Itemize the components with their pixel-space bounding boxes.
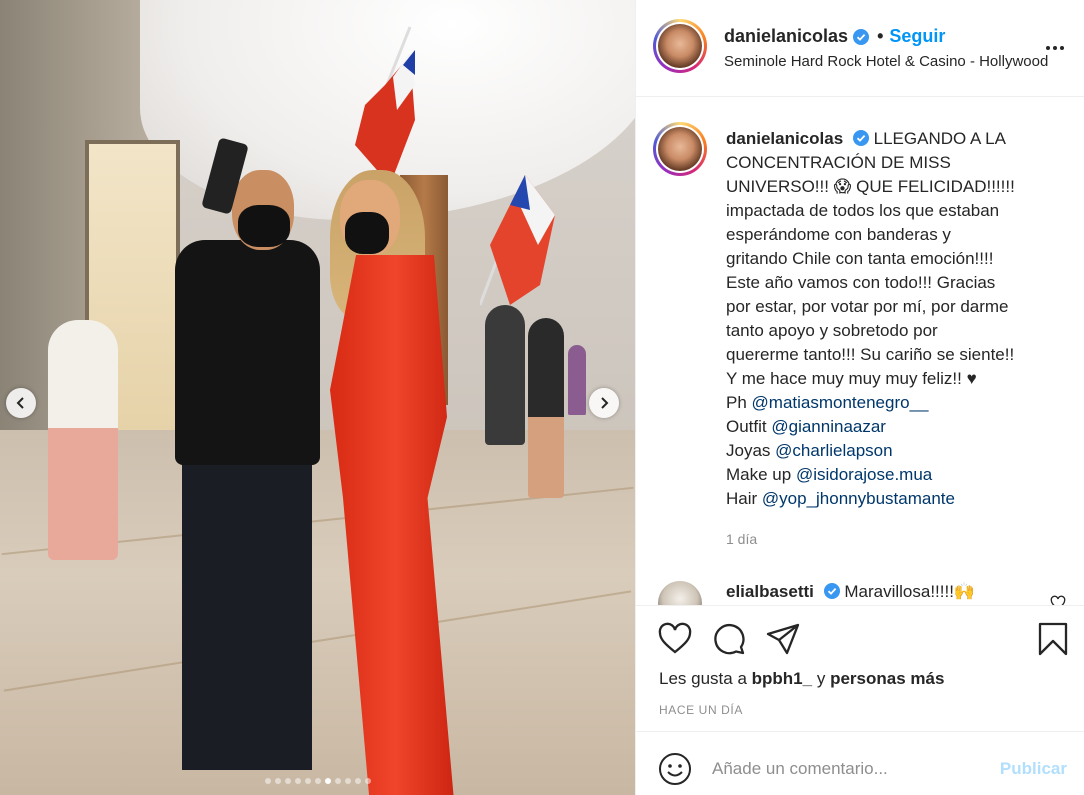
publish-button[interactable]: Publicar [1000,759,1067,779]
comment-username[interactable]: elialbasetti [726,582,814,601]
caption-line: CONCENTRACIÓN DE MISS [726,153,951,172]
caption-line: Este año vamos con todo!!! Gracias [726,273,996,292]
likes-summary: Les gusta a bpbh1_ y personas más [659,669,945,688]
emoji-icon[interactable] [658,752,692,786]
caption-username[interactable]: danielanicolas [726,129,843,148]
caption-line: Y me hace muy muy muy feliz!! ♥ [726,369,977,388]
credit-line: Joyas @charlielapson [726,441,893,460]
verified-badge-icon [853,28,870,45]
verified-badge-icon [852,130,869,146]
caption-line: quererme tanto!!! Su cariño se siente!! [726,345,1015,364]
post-timestamp[interactable]: HACE UN DÍA [659,703,743,717]
carousel-dot [364,778,371,784]
caption-line: LLEGANDO A LA [873,129,1006,148]
caption-avatar[interactable] [653,122,707,176]
caption-line: gritando Chile con tanta emoción!!!! [726,249,994,268]
carousel-dot [334,778,341,784]
previous-photo-button[interactable] [6,388,36,418]
comment-icon[interactable] [712,622,746,656]
carousel-dot [264,778,271,784]
caption-line: UNIVERSO!!! 😱 QUE FELICIDAD!!!!!! [726,177,1015,196]
man-mask [238,205,290,247]
carousel-dot [354,778,361,784]
location-link[interactable]: Seminole Hard Rock Hotel & Casino - Holl… [724,53,1064,70]
post-photo[interactable] [0,0,635,795]
comment-text: Maravillosa!!!!!🙌 [844,582,976,601]
credit-line: Make up @isidorajose.mua [726,465,933,484]
post-actions: Les gusta a bpbh1_ y personas más HACE U… [636,605,1084,732]
post-header: danielanicolas • Seguir Seminole Hard Ro… [636,0,1084,97]
carousel-dot [324,778,331,784]
credit-line: Outfit @gianninaazar [726,417,886,436]
comment-composer: Publicar [636,732,1084,795]
comment-like-icon[interactable] [1050,595,1066,605]
more-options-button[interactable] [1043,38,1067,58]
mention-link[interactable]: @gianninaazar [771,417,886,436]
bystander-photographer [48,320,118,560]
comment-item: elialbasetti Maravillosa!!!!!🙌 [656,581,1076,605]
chevron-right-icon [601,397,609,409]
caption-line: por estar, por votar por mí, por darme [726,297,1009,316]
comments-area[interactable]: danielanicolas LLEGANDO A LA CONCENTRACI… [636,97,1084,605]
verified-badge-icon [823,583,840,599]
mention-link[interactable]: @matiasmontenegro__ [752,393,929,412]
liker-username[interactable]: bpbh1_ [752,669,812,688]
carousel-dot [284,778,291,784]
others-likes-link[interactable]: personas más [830,669,944,688]
share-icon[interactable] [766,622,800,656]
bystander [528,318,564,498]
next-photo-button[interactable] [589,388,619,418]
chevron-left-icon [16,397,24,409]
comment-avatar[interactable] [658,581,702,605]
carousel-dot [274,778,281,784]
header-username[interactable]: danielanicolas [724,26,848,47]
follow-button[interactable]: Seguir [889,26,945,47]
man-legs [182,460,312,770]
credit-line: Ph @matiasmontenegro__ [726,393,929,412]
bystander [485,305,525,445]
post-caption: danielanicolas LLEGANDO A LA CONCENTRACI… [726,127,1061,511]
carousel-dot [294,778,301,784]
caption-line: impactada de todos los que estaban [726,201,1000,220]
credit-line: Hair @yop_jhonnybustamante [726,489,955,508]
save-bookmark-icon[interactable] [1036,622,1070,656]
caption-timestamp[interactable]: 1 día [726,531,757,547]
carousel-dot [304,778,311,784]
more-icon [1046,46,1050,50]
mention-link[interactable]: @yop_jhonnybustamante [762,489,955,508]
carousel-dot [344,778,351,784]
header-separator: • [877,26,884,46]
caption-line: tanto apoyo y sobretodo por [726,321,938,340]
like-heart-icon[interactable] [658,622,692,656]
comment-input[interactable] [712,754,982,784]
carousel-dots [0,778,635,784]
woman-mask [345,212,389,254]
chile-flag-2 [480,175,555,306]
avatar[interactable] [653,19,707,73]
bystander [568,345,586,415]
post-side-panel: danielanicolas • Seguir Seminole Hard Ro… [635,0,1084,795]
mention-link[interactable]: @charlielapson [775,441,892,460]
carousel-dot [314,778,321,784]
caption-line: esperándome con banderas y [726,225,951,244]
man-body [175,240,320,465]
mention-link[interactable]: @isidorajose.mua [796,465,932,484]
